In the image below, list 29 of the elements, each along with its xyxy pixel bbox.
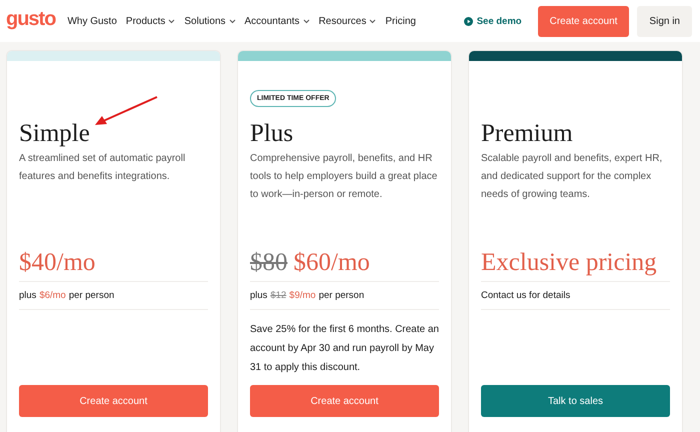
plan-name: Premium: [481, 119, 574, 149]
see-demo-link[interactable]: See demo: [464, 16, 522, 26]
per-person-price: $9/mo: [289, 290, 316, 301]
plan-price: Exclusive pricing: [481, 248, 657, 278]
per-person-label: per person: [318, 290, 364, 301]
plan-price: $60/mo: [294, 248, 370, 278]
discount-note: Save 25% for the first 6 months. Create an account by Apr 30 and run payroll by May 31 to apply this discount.: [250, 323, 439, 375]
talk-to-sales-button[interactable]: Talk to sales: [481, 385, 670, 417]
old-per-person-price: $12: [270, 290, 286, 301]
nav-link[interactable]: Products: [126, 16, 176, 26]
plan-price: $40/mo: [19, 248, 96, 278]
contact-text: Contact us for details: [481, 290, 570, 301]
old-price: $80: [250, 248, 288, 278]
nav-link[interactable]: Why Gusto: [67, 16, 117, 26]
play-icon: [464, 16, 473, 26]
plan-name: Plus: [250, 119, 294, 149]
per-person-label: plus: [250, 290, 268, 301]
sign-in-button[interactable]: Sign in: [637, 6, 692, 36]
per-person-label: per person: [68, 290, 114, 301]
plan-description: A streamlined set of automatic payroll features and benefits integrations.: [19, 152, 186, 184]
plan-description: Comprehensive payroll, benefits, and HR tools to help employers build a great place to work—in-person or remote.: [250, 152, 438, 202]
plan-description: Scalable payroll and benefits, expert HR, and dedicated support for the complex needs of growing teams.: [481, 152, 664, 202]
nav-link[interactable]: Accountants: [244, 16, 310, 26]
per-person-label: plus: [19, 290, 36, 301]
nav-link[interactable]: Resources: [318, 16, 376, 26]
per-person-price: $6/mo: [39, 290, 66, 301]
plan-name: Simple: [19, 119, 91, 149]
nav-link[interactable]: Pricing: [385, 16, 416, 26]
nav-link[interactable]: Solutions: [184, 16, 236, 26]
